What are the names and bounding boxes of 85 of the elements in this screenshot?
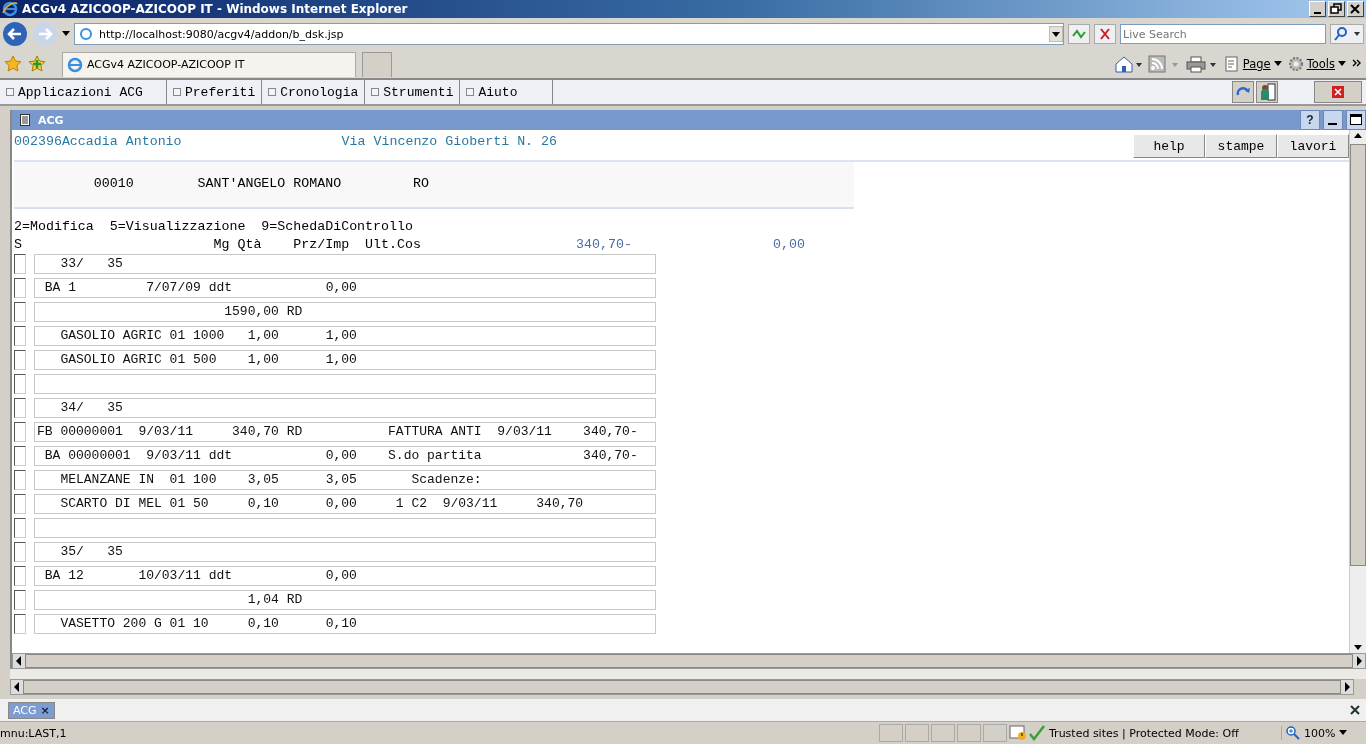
total-value: 0,00 [773,236,805,252]
chevron-icon[interactable] [1352,59,1362,69]
vertical-scrollbar[interactable] [1349,130,1366,653]
document-icon [1223,56,1240,72]
dropdown-arrow-icon [1273,61,1282,67]
restore-icon[interactable] [1328,1,1345,17]
document-icon [20,114,30,126]
horizontal-scrollbar[interactable] [10,679,1354,695]
status-panel [931,724,955,742]
menu-item[interactable]: Preferiti [167,80,263,104]
customer-address: Via Vincenzo Gioberti N. 26 [341,134,558,149]
dropdown-arrow-icon[interactable] [1049,26,1063,42]
gear-icon [1287,56,1304,72]
menu-item[interactable]: Strumenti [365,80,461,104]
menu-item[interactable]: Cronologia [262,80,366,104]
row-checkbox[interactable] [14,446,26,466]
favorites-star-icon[interactable] [4,55,22,73]
minimize-icon[interactable] [1323,110,1343,130]
row-checkbox[interactable] [14,518,26,538]
row-checkbox[interactable] [14,398,26,418]
row-checkbox[interactable] [14,302,26,322]
action-button[interactable]: lavori [1277,134,1349,158]
row-checkbox[interactable] [14,614,26,634]
security-zone-text: Trusted sites | Protected Mode: Off [1049,726,1239,740]
stop-icon[interactable] [1094,24,1116,44]
close-button[interactable]: × [40,703,50,717]
square-icon [173,88,181,96]
browser-logo-icon [2,1,18,17]
options-legend: 2=Modifica 5=Visualizzazione 9=SchedaDiControllo [14,209,1349,234]
row-checkbox[interactable] [14,470,26,490]
window-title: ACGv4 AZICOOP-AZICOOP IT - Windows Internet Explorer [22,2,409,16]
action-button[interactable]: help [1133,134,1205,158]
status-panel [905,724,929,742]
feed-icon[interactable] [1147,55,1180,73]
printer-icon[interactable] [1185,55,1218,73]
status-text: mnu:LAST,1 [0,726,68,740]
page-icon [67,56,83,73]
menu-item[interactable]: Applicazioni ACG [0,80,167,104]
square-icon [268,88,277,96]
home-icon[interactable] [1113,55,1142,73]
menu-item[interactable]: Aiuto [460,80,554,104]
status-panel [957,724,981,742]
square-icon [371,88,380,96]
inner-window-title-bar: ACG ? [12,110,1366,130]
search-field[interactable]: Live Search [1120,24,1326,44]
tools-menu[interactable]: Tools [1287,56,1346,72]
zoom-icon [1286,726,1300,740]
row-checkbox[interactable] [14,278,26,298]
maximize-icon[interactable] [1346,110,1366,130]
row-checkbox[interactable] [14,566,26,586]
customer-name: 002396Accadia Antonio [14,134,182,149]
address-field[interactable]: http://localhost:9080/acgv4/addon/b_dsk.jsp [74,23,1064,45]
warning-icon [1009,725,1027,741]
dropdown-arrow-icon [1339,730,1348,736]
row-checkbox[interactable] [14,374,26,394]
row-checkbox[interactable] [14,326,26,346]
dropdown-arrow-icon[interactable] [62,31,70,37]
page-icon [79,27,93,41]
square-icon [466,88,475,96]
square-icon [6,88,14,96]
action-button[interactable]: stampe [1205,134,1277,158]
horizontal-scrollbar[interactable] [12,653,1366,669]
page-menu[interactable]: Page [1223,56,1282,72]
row-checkbox[interactable] [14,542,26,562]
row-checkbox[interactable] [14,422,26,442]
help-button[interactable]: ? [1300,110,1320,130]
zoom-control[interactable]: 100% [1281,726,1366,740]
row-checkbox[interactable] [14,254,26,274]
status-panel [983,724,1007,742]
row-checkbox[interactable] [14,494,26,514]
browser-tab[interactable]: ACGv4 AZICOOP-AZICOOP IT [62,51,356,77]
search-icon[interactable] [1330,24,1364,44]
window-tab[interactable]: ACG × [8,701,55,719]
row-checkbox[interactable] [14,590,26,610]
close-icon[interactable] [1350,705,1360,715]
column-headings: S Mg Qtà Prz/Imp Ult.Cos [14,236,422,252]
checkmark-icon [1029,725,1045,741]
add-favorite-icon[interactable] [28,55,46,73]
back-icon[interactable] [2,21,28,47]
status-panel [879,724,903,742]
person-at-door-icon[interactable] [1256,81,1278,103]
row-checkbox[interactable] [14,350,26,370]
total-value: 340,70- [576,236,633,252]
refresh-icon[interactable] [1068,24,1090,44]
dropdown-arrow-icon [1338,61,1346,67]
